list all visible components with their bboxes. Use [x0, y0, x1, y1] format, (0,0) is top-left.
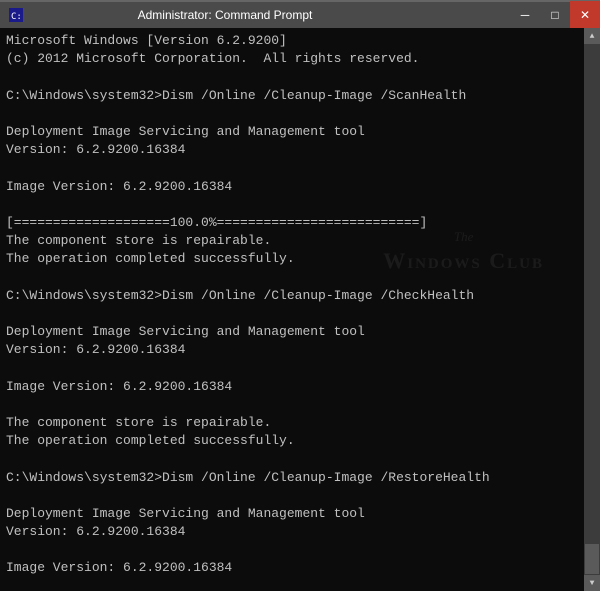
maximize-button[interactable]: □ [540, 1, 570, 29]
terminal-line [6, 450, 580, 468]
terminal-line [6, 359, 580, 377]
terminal-line: [====================100.0%=============… [6, 214, 580, 232]
terminal-line: The operation completed successfully. [6, 250, 580, 268]
terminal-line: Image Version: 6.2.9200.16384 [6, 378, 580, 396]
terminal-output[interactable]: Microsoft Windows [Version 6.2.9200](c) … [0, 28, 584, 591]
terminal-line [6, 159, 580, 177]
terminal-line [6, 196, 580, 214]
terminal-line: C:\Windows\system32>Dism /Online /Cleanu… [6, 87, 580, 105]
title-bar-left: C: [8, 7, 30, 23]
terminal-line [6, 578, 580, 591]
terminal-line: C:\Windows\system32>Dism /Online /Cleanu… [6, 469, 580, 487]
terminal-line [6, 305, 580, 323]
scroll-track[interactable] [584, 44, 600, 575]
terminal-line: Image Version: 6.2.9200.16384 [6, 178, 580, 196]
svg-text:C:: C: [11, 12, 22, 22]
terminal-line [6, 396, 580, 414]
cmd-icon: C: [8, 7, 24, 23]
minimize-button[interactable]: ─ [510, 1, 540, 29]
scroll-thumb[interactable] [585, 544, 599, 574]
terminal-line [6, 487, 580, 505]
terminal-line [6, 105, 580, 123]
terminal-line: Deployment Image Servicing and Managemen… [6, 323, 580, 341]
window-title: Administrator: Command Prompt [30, 8, 420, 22]
terminal-line: The component store is repairable. [6, 232, 580, 250]
terminal-line: Deployment Image Servicing and Managemen… [6, 123, 580, 141]
scrollbar[interactable]: ▲ ▼ [584, 28, 600, 591]
terminal-line: (c) 2012 Microsoft Corporation. All righ… [6, 50, 580, 68]
terminal-line: The component store is repairable. [6, 414, 580, 432]
terminal-line: Version: 6.2.9200.16384 [6, 141, 580, 159]
terminal-line [6, 68, 580, 86]
terminal-line: Image Version: 6.2.9200.16384 [6, 559, 580, 577]
terminal-line: Version: 6.2.9200.16384 [6, 341, 580, 359]
terminal-line [6, 268, 580, 286]
close-button[interactable]: ✕ [570, 1, 600, 29]
terminal-line: Version: 6.2.9200.16384 [6, 523, 580, 541]
main-area: Microsoft Windows [Version 6.2.9200](c) … [0, 28, 600, 591]
terminal-line [6, 541, 580, 559]
window-controls[interactable]: ─ □ ✕ [510, 1, 600, 29]
terminal-line: Deployment Image Servicing and Managemen… [6, 505, 580, 523]
terminal-line: C:\Windows\system32>Dism /Online /Cleanu… [6, 287, 580, 305]
terminal-line: The operation completed successfully. [6, 432, 580, 450]
scroll-down-button[interactable]: ▼ [584, 575, 600, 591]
title-bar: C: Administrator: Command Prompt ─ □ ✕ [0, 0, 600, 28]
terminal-line: Microsoft Windows [Version 6.2.9200] [6, 32, 580, 50]
scroll-up-button[interactable]: ▲ [584, 28, 600, 44]
